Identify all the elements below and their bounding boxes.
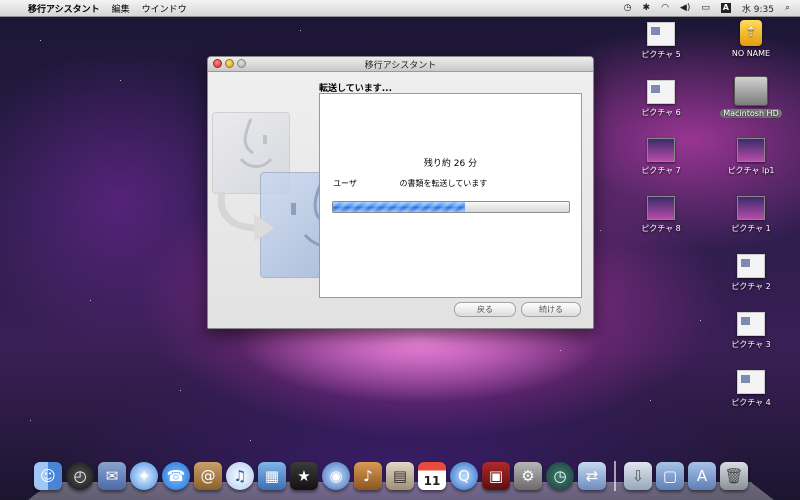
quicktime-icon[interactable]: Q [450,462,478,490]
time-machine-icon[interactable]: ◷ [624,3,632,13]
menu-bar: 移行アシスタント 編集 ウインドウ ◷ ✱ ◠ ◀) ▭ A 水 9:35 ⌕ [0,0,800,17]
applications-folder-icon[interactable]: A [688,462,716,490]
desktop-icon-picture-4[interactable]: ピクチャ 4 [716,370,786,408]
progress-bar [332,201,570,213]
imovie-icon[interactable]: ★ [290,462,318,490]
back-button[interactable]: 戻る [454,302,516,317]
dock: ☺ ◴ ✉ ✦ ☎ @ ♫ ▦ ★ ◉ ♪ ▤ 11 Q ▣ ⚙ ◷ ⇄ ⇩ ▢… [28,458,774,500]
menu-app-name[interactable]: 移行アシスタント [24,2,108,15]
desktop-icon-macintosh-hd[interactable]: Macintosh HD [716,76,786,118]
usb-drive-icon: ⇡ [740,20,762,46]
volume-icon[interactable]: ◀) [680,3,690,13]
trash-icon[interactable]: 🗑 [720,462,748,490]
transfer-status-panel: 残り約 26 分 ユーザ の書類を転送しています [319,93,582,298]
hard-drive-icon [734,76,768,106]
desktop-icon-picture-1[interactable]: ピクチャ 1 [716,196,786,234]
system-preferences-icon[interactable]: ⚙ [514,462,542,490]
picture-thumbnail-icon [737,312,765,336]
mail-icon[interactable]: ✉ [98,462,126,490]
picture-thumbnail-icon [647,138,675,162]
picture-thumbnail-icon [737,370,765,394]
picture-thumbnail-icon [737,254,765,278]
photo-booth-icon[interactable]: ▣ [482,462,510,490]
dock-icons: ☺ ◴ ✉ ✦ ☎ @ ♫ ▦ ★ ◉ ♪ ▤ 11 Q ▣ ⚙ ◷ ⇄ ⇩ ▢… [34,458,748,494]
window-title: 移行アシスタント [364,61,437,71]
menu-extras: ◷ ✱ ◠ ◀) ▭ A 水 9:35 ⌕ [624,2,800,15]
bluetooth-icon[interactable]: ✱ [643,3,651,13]
desktop-icon-picture-lp1[interactable]: ピクチャ lp1 [716,138,786,176]
input-menu-icon[interactable]: A [720,3,731,13]
migration-assistant-icon[interactable]: ⇄ [578,462,606,490]
dashboard-icon[interactable]: ◴ [66,462,94,490]
transfer-status-line: ユーザ の書類を転送しています [333,178,487,189]
clock[interactable]: 水 9:35 [742,2,774,15]
preview-icon[interactable]: ▤ [386,462,414,490]
window-content: 転送しています... 残り約 26 分 ユーザ の書類を転送しています 戻る 続… [208,72,593,328]
garageband-icon[interactable]: ♪ [354,462,382,490]
status-text: の書類を転送しています [399,179,488,188]
safari-icon[interactable]: ✦ [130,462,158,490]
documents-folder-icon[interactable]: ▢ [656,462,684,490]
menu-window[interactable]: ウインドウ [138,2,195,15]
battery-icon[interactable]: ▭ [701,3,710,13]
iphoto-icon[interactable]: ▦ [258,462,286,490]
window-titlebar[interactable]: 移行アシスタント [208,57,593,72]
address-book-icon[interactable]: @ [194,462,222,490]
desktop-icon-picture-2[interactable]: ピクチャ 2 [716,254,786,292]
status-user: ユーザ [333,179,357,188]
desktop-icon-picture-8[interactable]: ピクチャ 8 [626,196,696,234]
finder-icon[interactable]: ☺ [34,462,62,490]
ical-icon[interactable]: 11 [418,462,446,490]
migration-illustration [208,72,390,328]
dock-separator [614,461,616,491]
wifi-icon[interactable]: ◠ [661,3,669,13]
ichat-icon[interactable]: ☎ [162,462,190,490]
desktop-icon-picture-5[interactable]: ピクチャ 5 [626,22,696,60]
downloads-stack-icon[interactable]: ⇩ [624,462,652,490]
picture-thumbnail-icon [647,196,675,220]
migration-assistant-window: 移行アシスタント 転送しています... 残り約 26 分 ユーザ の書類を転送し… [207,56,594,329]
desktop-icon-picture-6[interactable]: ピクチャ 6 [626,80,696,118]
idvd-icon[interactable]: ◉ [322,462,350,490]
picture-thumbnail-icon [647,22,675,46]
picture-thumbnail-icon [737,138,765,162]
menu-edit[interactable]: 編集 [108,2,138,15]
itunes-icon[interactable]: ♫ [226,462,254,490]
spotlight-icon[interactable]: ⌕ [785,3,790,13]
desktop-icon-usb-drive[interactable]: ⇡ NO NAME [716,20,786,58]
time-remaining: 残り約 26 分 [423,159,478,169]
desktop-icon-picture-7[interactable]: ピクチャ 7 [626,138,696,176]
progress-bar-fill [333,202,466,212]
picture-thumbnail-icon [737,196,765,220]
time-machine-icon[interactable]: ◷ [546,462,574,490]
migration-arrow-icon [217,192,274,242]
desktop-icon-picture-3[interactable]: ピクチャ 3 [716,312,786,350]
picture-thumbnail-icon [647,80,675,104]
continue-button[interactable]: 続ける [521,302,581,317]
